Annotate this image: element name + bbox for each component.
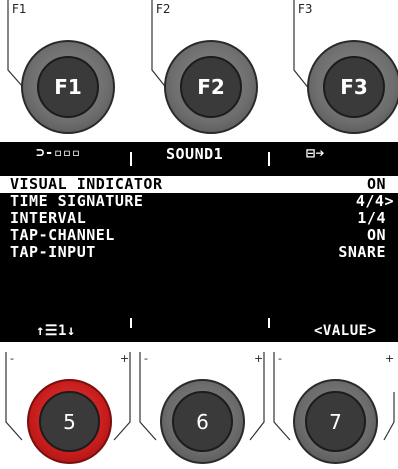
encoder-6-plus: + (254, 352, 264, 365)
encoder-5-label: 5 (39, 391, 100, 452)
lcd-display: ⊃-▫▫▫ SOUND1 ⊟➔ VISUAL INDICATOR ON TIME… (0, 142, 398, 342)
encoder-5-minus: - (10, 352, 14, 365)
f2-knob[interactable]: F2 (164, 40, 258, 134)
menu-row-interval[interactable]: INTERVAL 1/4 (0, 210, 398, 227)
row-value: ON (366, 175, 386, 193)
row-key: TAP-CHANNEL (10, 226, 115, 244)
encoder-7-plus: + (385, 352, 395, 365)
menu-row-tap-channel[interactable]: TAP-CHANNEL ON (0, 227, 398, 244)
row-key: INTERVAL (10, 209, 87, 227)
exit-icon[interactable]: ⊟➔ (306, 144, 325, 162)
encoder-5-plus: + (120, 352, 130, 365)
header-sound-name: SOUND1 (166, 145, 224, 163)
footer-divider (130, 318, 132, 328)
menu-row-visual-indicator[interactable]: VISUAL INDICATOR ON (0, 176, 398, 193)
encoder-7-label: 7 (305, 391, 366, 452)
encoder-6-minus: - (144, 352, 148, 365)
encoder-6-knob[interactable]: 6 (160, 379, 245, 464)
row-key: TAP-INPUT (10, 243, 96, 261)
f2-tag: F2 (156, 2, 171, 16)
f1-knob[interactable]: F1 (21, 40, 115, 134)
row-value: 4/4> (355, 192, 394, 210)
row-value: 1/4 (357, 209, 386, 227)
f1-knob-label: F1 (37, 56, 99, 118)
menu-row-time-signature[interactable]: TIME SIGNATURE 4/4> (0, 193, 398, 210)
f3-knob-label: F3 (323, 56, 385, 118)
encoder-7-minus: - (278, 352, 282, 365)
row-key: TIME SIGNATURE (10, 192, 144, 210)
row-key: VISUAL INDICATOR (10, 175, 163, 193)
encoder-6-label: 6 (172, 391, 233, 452)
header-divider (130, 152, 132, 166)
header-left-icon: ⊃-▫▫▫ (36, 145, 81, 161)
f3-knob[interactable]: F3 (307, 40, 398, 134)
f3-tag: F3 (298, 2, 313, 16)
encoder-7-knob[interactable]: 7 (293, 379, 378, 464)
encoder-5-knob[interactable]: 5 (27, 379, 112, 464)
row-value: SNARE (338, 243, 386, 261)
row-value: ON (366, 226, 386, 244)
f2-knob-label: F2 (180, 56, 242, 118)
display-header: ⊃-▫▫▫ SOUND1 ⊟➔ (0, 142, 398, 166)
menu-row-tap-input[interactable]: TAP-INPUT SNARE (0, 244, 398, 261)
footer-value-hint: <VALUE> (314, 323, 377, 339)
display-footer: ↑☰1↓ <VALUE> (0, 318, 398, 342)
header-divider-2 (268, 152, 270, 166)
footer-nav-indicator: ↑☰1↓ (36, 323, 76, 339)
footer-divider-2 (268, 318, 270, 328)
f1-tag: F1 (12, 2, 27, 16)
